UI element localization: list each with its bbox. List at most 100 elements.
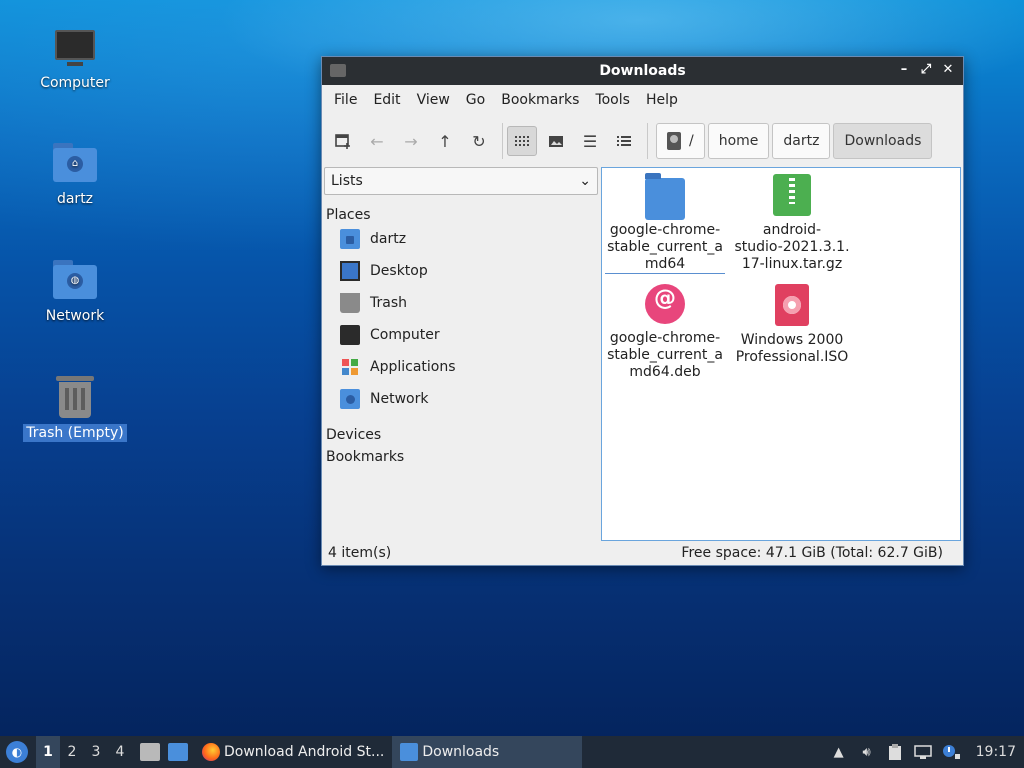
desktop-icon-label: Computer (40, 75, 110, 91)
place-item-trash[interactable]: Trash (324, 287, 598, 319)
place-item-desktop[interactable]: Desktop (324, 255, 598, 287)
window-title: Downloads (599, 63, 686, 79)
trash-icon (51, 372, 99, 420)
chevron-down-icon: ⌄ (579, 173, 591, 189)
file-item-windows-iso[interactable]: Windows 2000 Professional.ISO (732, 278, 852, 366)
place-label: Trash (370, 295, 407, 311)
side-pane: Lists ⌄ Places dartz Desktop Trash Compu… (324, 167, 598, 541)
place-item-dartz[interactable]: dartz (324, 223, 598, 255)
place-item-network[interactable]: Network (324, 383, 598, 415)
computer-icon (340, 325, 360, 345)
desktop-icon-label: Trash (Empty) (23, 424, 127, 442)
free-space: Free space: 47.1 GiB (Total: 62.7 GiB) (681, 545, 943, 561)
minimize-button[interactable]: – (895, 61, 913, 79)
breadcrumb: / home dartz Downloads (656, 123, 933, 159)
menu-help[interactable]: Help (638, 92, 686, 108)
status-bar: 4 item(s) Free space: 47.1 GiB (Total: 6… (322, 541, 963, 565)
desktop-icon-label: Network (45, 308, 105, 324)
arrow-right-icon: → (404, 131, 418, 151)
clipboard-icon[interactable] (886, 743, 904, 761)
window-titlebar[interactable]: Downloads – ⤢ ✕ (322, 57, 963, 85)
workspace-4[interactable]: 4 (108, 736, 132, 768)
volume-icon[interactable]: 🔊︎ (858, 743, 876, 761)
clock[interactable]: 19:17 (976, 744, 1016, 760)
new-tab-button[interactable] (328, 126, 358, 156)
icon-view-icon (515, 136, 529, 146)
detailed-list-view-button[interactable] (609, 126, 639, 156)
side-pane-mode-select[interactable]: Lists ⌄ (324, 167, 598, 195)
task-label: Download Android St... (224, 744, 385, 760)
menu-go[interactable]: Go (458, 92, 493, 108)
workspace-3[interactable]: 3 (84, 736, 108, 768)
workspace-2[interactable]: 2 (60, 736, 84, 768)
compact-view-button[interactable]: ☰ (575, 126, 605, 156)
taskbar: ◐ 1 2 3 4 Download Android St... Downloa… (0, 736, 1024, 768)
place-label: Desktop (370, 263, 428, 279)
archive-icon (773, 174, 811, 216)
file-manager-launcher-icon[interactable] (168, 743, 188, 761)
breadcrumb-root-label: / (689, 133, 694, 149)
menu-view[interactable]: View (409, 92, 458, 108)
task-label: Downloads (422, 744, 500, 760)
breadcrumb-downloads[interactable]: Downloads (833, 123, 933, 159)
menu-bookmarks[interactable]: Bookmarks (493, 92, 587, 108)
task-downloads[interactable]: Downloads (392, 736, 583, 768)
menu-tools[interactable]: Tools (587, 92, 638, 108)
place-label: Network (370, 391, 429, 407)
start-menu-button[interactable]: ◐ (6, 741, 28, 763)
tray-arrow-up-icon[interactable]: ▲ (830, 743, 848, 761)
devices-header[interactable]: Devices (324, 427, 598, 443)
computer-icon (51, 22, 99, 70)
item-count: 4 item(s) (328, 545, 392, 561)
desktop-icon-computer[interactable]: Computer (20, 22, 130, 92)
forward-button[interactable]: → (396, 126, 426, 156)
desktop-icon (340, 261, 360, 281)
workspace-1[interactable]: 1 (36, 736, 60, 768)
place-item-applications[interactable]: Applications (324, 351, 598, 383)
file-item-android-studio[interactable]: android- studio-2021.3.1. 17-linux.tar.g… (732, 168, 852, 273)
file-item-chrome-deb[interactable]: google-chrome- stable_current_a md64.deb (605, 278, 725, 381)
archive-manager-launcher-icon[interactable] (140, 743, 160, 761)
file-name: google-chrome- stable_current_a md64.deb (607, 330, 723, 380)
lubuntu-logo-icon: ◐ (11, 745, 23, 759)
icon-view-button[interactable] (507, 126, 537, 156)
breadcrumb-dartz[interactable]: dartz (772, 123, 831, 159)
debian-package-icon (645, 284, 685, 324)
system-tray: ▲ 🔊︎ 19:17 (830, 743, 1024, 761)
main-content: Lists ⌄ Places dartz Desktop Trash Compu… (322, 167, 963, 541)
desktop-icon-network[interactable]: ◍ Network (20, 255, 130, 325)
menu-file[interactable]: File (326, 92, 365, 108)
place-label: Computer (370, 327, 440, 343)
bookmarks-header[interactable]: Bookmarks (324, 449, 598, 465)
menu-edit[interactable]: Edit (365, 92, 408, 108)
task-firefox[interactable]: Download Android St... (194, 736, 392, 768)
reload-button[interactable]: ↻ (464, 126, 494, 156)
desktop-icon-dartz[interactable]: ⌂ dartz (20, 138, 130, 208)
parent-folder-button[interactable]: ↑ (430, 126, 460, 156)
maximize-button[interactable]: ⤢ (917, 61, 935, 79)
desktop-icon-trash[interactable]: Trash (Empty) (20, 372, 130, 442)
menubar: File Edit View Go Bookmarks Tools Help (322, 85, 963, 115)
file-name: Windows 2000 Professional.ISO (735, 332, 849, 365)
place-item-computer[interactable]: Computer (324, 319, 598, 351)
firefox-icon (202, 743, 220, 761)
network-status-icon[interactable] (913, 743, 932, 761)
side-pane-mode-value: Lists (331, 173, 363, 189)
trash-icon (340, 293, 360, 313)
network-folder-icon: ◍ (51, 255, 99, 303)
folder-icon (645, 173, 685, 220)
breadcrumb-root[interactable]: / (656, 123, 705, 159)
place-label: dartz (370, 231, 407, 247)
thumbnail-view-button[interactable] (541, 126, 571, 156)
places-header[interactable]: Places (324, 207, 598, 223)
image-icon (549, 136, 563, 147)
breadcrumb-home[interactable]: home (707, 123, 770, 159)
file-view[interactable]: google-chrome- stable_current_a md64 and… (601, 167, 961, 541)
arrow-left-icon: ← (370, 131, 384, 151)
close-button[interactable]: ✕ (939, 61, 957, 79)
file-manager-window: Downloads – ⤢ ✕ File Edit View Go Bookma… (321, 56, 964, 566)
back-button[interactable]: ← (362, 126, 392, 156)
file-item-chrome-folder[interactable]: google-chrome- stable_current_a md64 (605, 168, 725, 274)
update-notifier-icon[interactable] (942, 743, 960, 761)
reload-icon: ↻ (472, 131, 486, 151)
